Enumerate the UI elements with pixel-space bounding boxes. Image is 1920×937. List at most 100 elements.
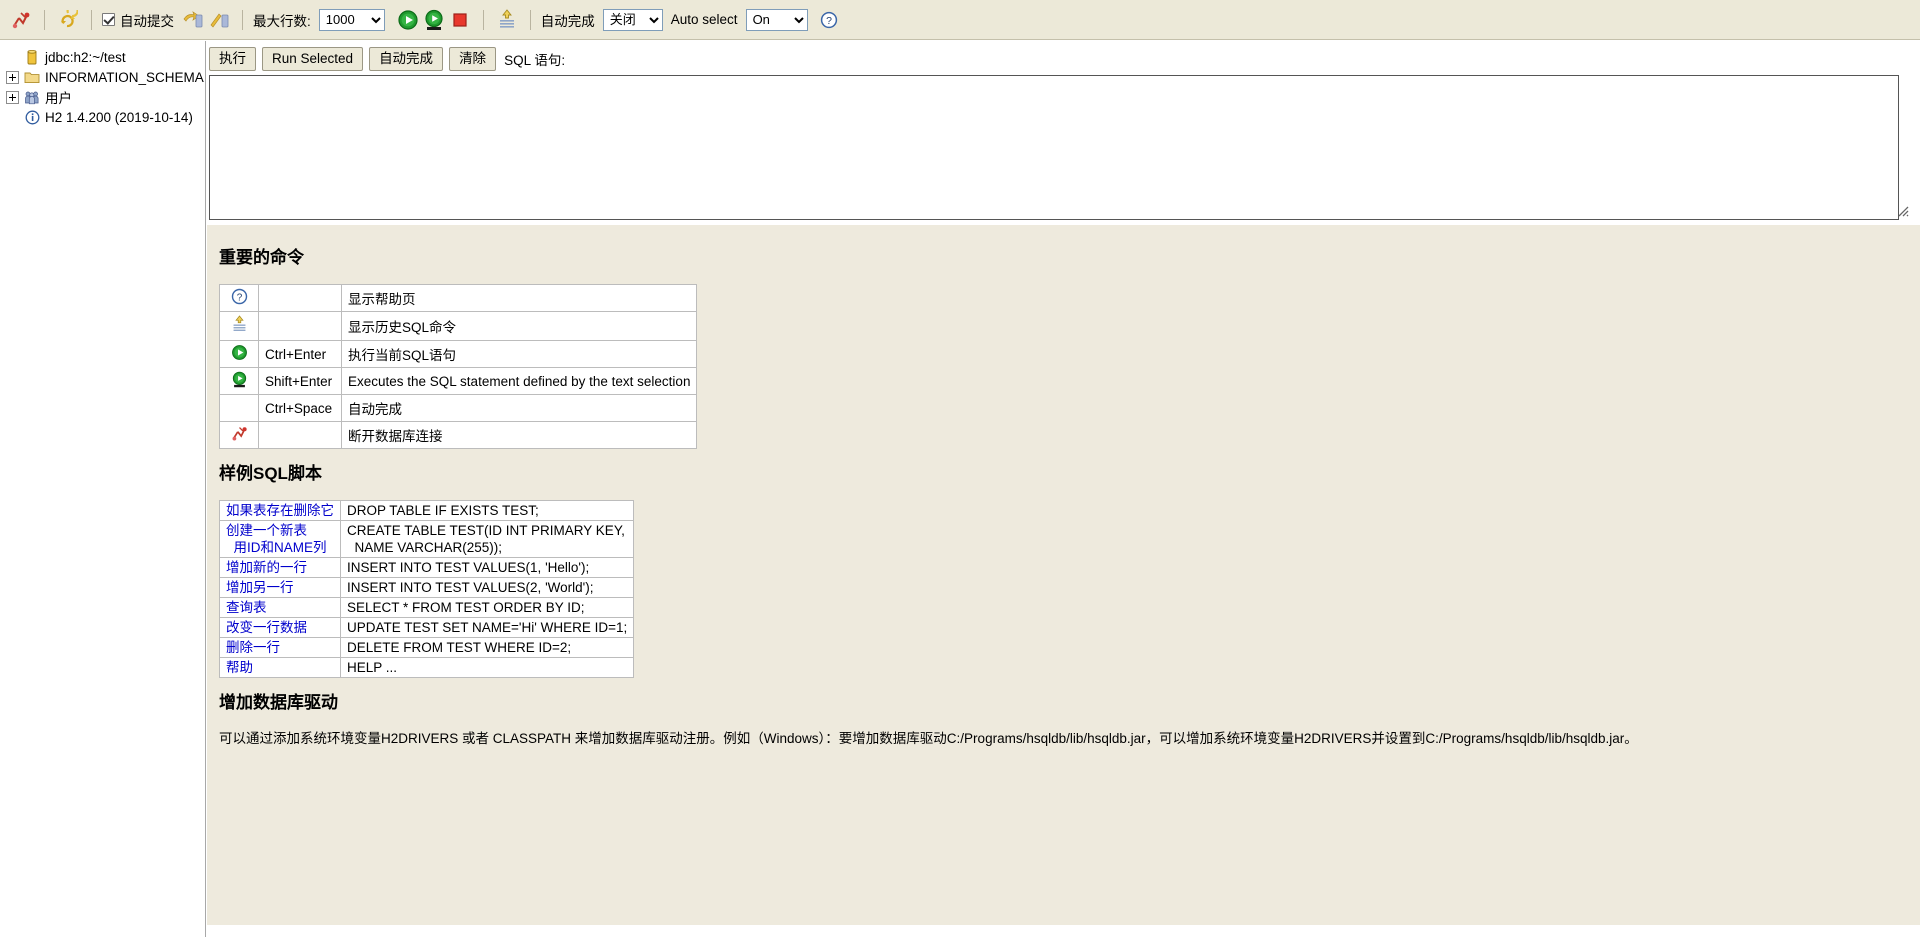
help-icon[interactable]: ? [816, 7, 842, 33]
shortcut-key: Ctrl+Enter [258, 340, 342, 369]
command-description: 显示历史SQL命令 [340, 311, 698, 342]
run-selected-icon-cell[interactable] [219, 367, 259, 396]
shortcut-key: Ctrl+Space [258, 394, 342, 423]
history-icon[interactable] [494, 7, 520, 33]
script-sql: HELP ... [339, 657, 635, 679]
sql-statement-label: SQL 语句: [504, 53, 566, 69]
table-row[interactable]: 显示历史SQL命令 [219, 311, 698, 342]
drivers-section-title: 增加数据库驱动 [219, 693, 338, 713]
script-sql: DROP TABLE IF EXISTS TEST; [339, 500, 635, 522]
script-sql: CREATE TABLE TEST(ID INT PRIMARY KEY, NA… [339, 520, 635, 559]
toolbar-separator-1 [44, 9, 45, 30]
script-description[interactable]: 删除一行 [219, 637, 341, 659]
tree-item-connection[interactable]: jdbc:h2:~/test [0, 47, 205, 67]
shortcut-key [258, 421, 342, 450]
tree-item-users-label[interactable]: 用户 [45, 87, 72, 107]
auto-select-select[interactable]: OnOff [745, 8, 808, 31]
rollback-icon[interactable] [206, 7, 232, 33]
run-selected-button[interactable]: Run Selected [262, 47, 364, 72]
empty-icon-cell [219, 394, 259, 423]
script-sql: DELETE FROM TEST WHERE ID=2; [339, 637, 635, 659]
disconnect-icon-cell[interactable] [219, 421, 259, 450]
command-description: Executes the SQL statement defined by th… [340, 367, 698, 396]
table-row[interactable]: 查询表 SELECT * FROM TEST ORDER BY ID; [219, 597, 635, 619]
refresh-icon[interactable] [55, 7, 81, 33]
table-row[interactable]: ? 显示帮助页 [219, 284, 698, 313]
table-row[interactable]: 删除一行 DELETE FROM TEST WHERE ID=2; [219, 637, 635, 659]
table-row[interactable]: 改变一行数据 UPDATE TEST SET NAME='Hi' WHERE I… [219, 617, 635, 639]
run-button[interactable]: 执行 [209, 47, 256, 72]
commands-table: ? 显示帮助页 显示历史SQL命令 Ctrl+Enter 执行当前SQL语句 S… [219, 284, 698, 450]
table-row[interactable]: 如果表存在删除它 DROP TABLE IF EXISTS TEST; [219, 500, 635, 522]
run-icon[interactable] [231, 345, 248, 364]
commit-icon[interactable] [180, 7, 206, 33]
run-icon[interactable] [395, 7, 421, 33]
autocomplete-button[interactable]: 自动完成 [369, 47, 444, 72]
toolbar-separator-3 [242, 9, 243, 30]
history-icon-cell[interactable] [219, 311, 259, 342]
max-rows-label: 最大行数: [253, 13, 311, 29]
auto-commit-label: 自动提交 [120, 13, 174, 29]
tree-item-users[interactable]: 用户 [0, 87, 205, 107]
clear-button[interactable]: 清除 [449, 47, 497, 72]
disconnect-icon[interactable] [8, 7, 34, 33]
command-description: 自动完成 [340, 394, 698, 423]
script-sql: SELECT * FROM TEST ORDER BY ID; [339, 597, 635, 619]
table-row[interactable]: 创建一个新表 用ID和NAME列 CREATE TABLE TEST(ID IN… [219, 520, 635, 559]
top-toolbar: 自动提交 最大行数: 102050100200500100010000 [0, 0, 1920, 40]
autocomplete-select[interactable]: 关闭普通完全 [602, 8, 663, 31]
command-description: 断开数据库连接 [340, 421, 698, 450]
table-row[interactable]: 断开数据库连接 [219, 421, 698, 450]
run-selected-icon[interactable] [421, 7, 447, 33]
expand-toggle-icon[interactable] [6, 70, 19, 84]
table-row[interactable]: Ctrl+Enter 执行当前SQL语句 [219, 340, 698, 369]
sql-input[interactable] [209, 75, 1899, 221]
table-row[interactable]: Ctrl+Space 自动完成 [219, 394, 698, 423]
help-icon[interactable]: ? [231, 288, 248, 308]
sample-script-table: 如果表存在删除它 DROP TABLE IF EXISTS TEST; 创建一个… [219, 500, 635, 679]
tree-item-information-schema[interactable]: INFORMATION_SCHEMA [0, 67, 205, 87]
table-row[interactable]: Shift+Enter Executes the SQL statement d… [219, 367, 698, 396]
script-section-title: 样例SQL脚本 [219, 464, 322, 484]
disconnect-icon[interactable] [231, 427, 248, 445]
auto-commit-toggle[interactable]: 自动提交 [102, 10, 178, 30]
run-icon-cell[interactable] [219, 340, 259, 369]
svg-text:?: ? [236, 292, 242, 303]
toolbar-separator-2 [91, 9, 92, 30]
table-row[interactable]: 增加新的一行 INSERT INTO TEST VALUES(1, 'Hello… [219, 557, 635, 579]
shortcut-key [258, 284, 342, 313]
run-selected-icon[interactable] [231, 371, 248, 391]
script-sql: UPDATE TEST SET NAME='Hi' WHERE ID=1; [339, 617, 635, 639]
max-rows-select[interactable]: 102050100200500100010000 [318, 8, 385, 31]
auto-commit-checkbox[interactable] [102, 13, 115, 26]
drivers-section-text: 可以通过添加系统环境变量H2DRIVERS 或者 CLASSPATH 来增加数据… [219, 731, 1638, 747]
script-description[interactable]: 改变一行数据 [219, 617, 341, 639]
query-toolbar: 执行 Run Selected 自动完成 清除 SQL 语句: [207, 41, 1920, 76]
script-description[interactable]: 帮助 [219, 657, 341, 679]
command-description: 执行当前SQL语句 [340, 340, 698, 369]
users-icon [24, 89, 40, 105]
toolbar-separator-4 [482, 9, 484, 30]
command-description: 显示帮助页 [340, 284, 698, 313]
help-icon-cell[interactable]: ? [219, 284, 259, 313]
auto-select-label: Auto select [670, 12, 738, 27]
expand-toggle-icon[interactable] [6, 90, 19, 104]
sql-editor-wrapper [207, 75, 1920, 221]
tree-item-information-schema-label[interactable]: INFORMATION_SCHEMA [45, 70, 204, 85]
script-description[interactable]: 创建一个新表 用ID和NAME列 [219, 520, 341, 559]
svg-text:?: ? [826, 15, 832, 27]
table-row[interactable]: 帮助 HELP ... [219, 657, 635, 679]
script-description[interactable]: 增加另一行 [219, 577, 341, 599]
script-description[interactable]: 查询表 [219, 597, 341, 619]
table-row[interactable]: 增加另一行 INSERT INTO TEST VALUES(2, 'World'… [219, 577, 635, 599]
stop-icon[interactable] [447, 7, 473, 33]
folder-icon [24, 69, 40, 85]
commands-section-title: 重要的命令 [219, 248, 304, 268]
history-icon[interactable] [231, 315, 248, 337]
script-description[interactable]: 增加新的一行 [219, 557, 341, 579]
database-icon [24, 49, 40, 65]
content-bottom-spacer [219, 749, 1920, 779]
tree-item-connection-label[interactable]: jdbc:h2:~/test [45, 50, 126, 65]
script-description[interactable]: 如果表存在删除它 [219, 500, 341, 522]
script-sql: INSERT INTO TEST VALUES(1, 'Hello'); [339, 557, 635, 579]
